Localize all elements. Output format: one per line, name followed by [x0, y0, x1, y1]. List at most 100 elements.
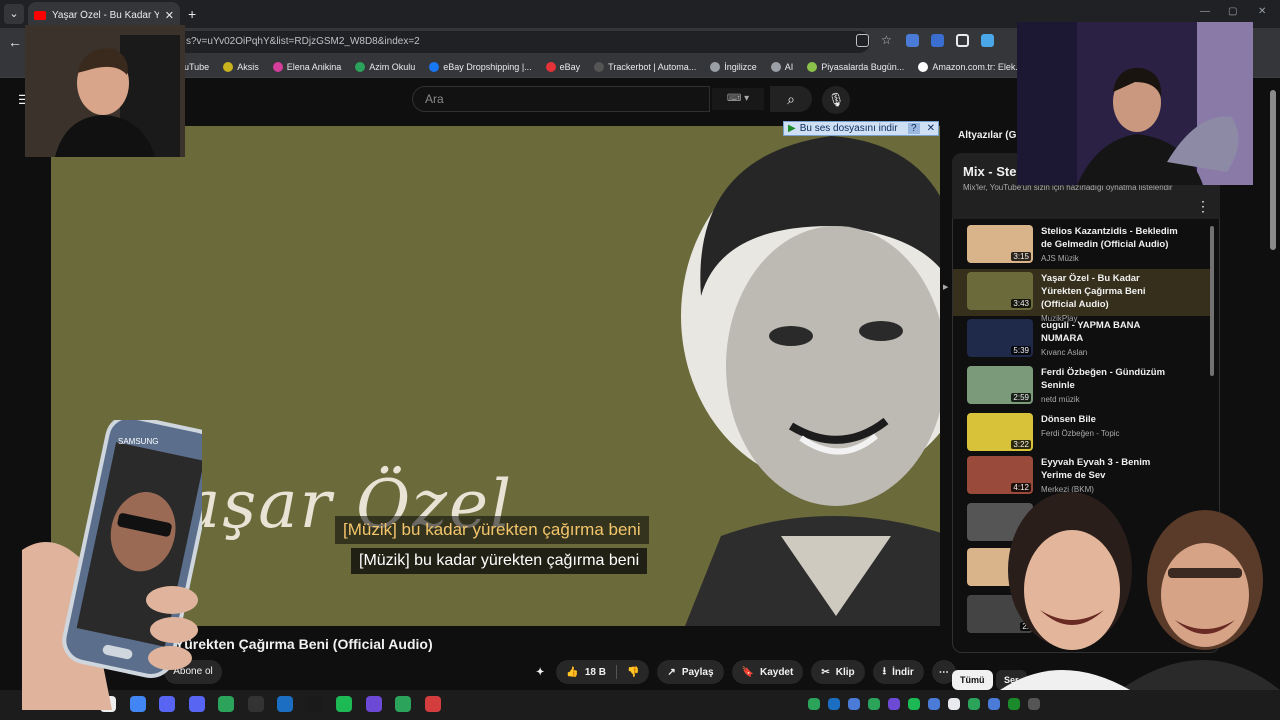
microphone-icon[interactable]: 🎙	[822, 86, 850, 114]
address-bar[interactable]: s?v=uYv02OiPqhY&list=RDjzGSM2_W8D8&index…	[150, 31, 870, 53]
phone-brand-label: SAMSUNG	[118, 437, 158, 446]
tab-close-icon[interactable]: ✕	[165, 9, 174, 22]
bookmark-label: Amazon.com.tr: Elek...	[932, 61, 1023, 72]
bookmark-item[interactable]: Trackerbot | Automa...	[594, 61, 696, 72]
spotify-icon[interactable]	[336, 696, 352, 712]
tray-icon[interactable]	[828, 698, 840, 710]
playlist-item-title[interactable]: Ferdi Özbeğen - Gündüzüm Seninle	[1041, 366, 1181, 392]
tab-search-icon[interactable]: ⌄	[4, 4, 24, 24]
banner-close-icon[interactable]: ✕	[924, 123, 938, 134]
tray-icon[interactable]	[908, 698, 920, 710]
window-close-icon[interactable]: ✕	[1258, 6, 1266, 17]
streamer-webcam-image	[25, 25, 185, 157]
bookmark-favicon-icon	[807, 61, 818, 72]
playlist-thumbnail[interactable]: 3:43	[967, 272, 1033, 310]
mix-title[interactable]: Mix - Stel	[963, 164, 1020, 179]
download-audio-banner[interactable]: ▶ Bu ses dosyasını indir ? ✕	[783, 121, 939, 136]
tray-icon[interactable]	[968, 698, 980, 710]
tray-icon[interactable]	[808, 698, 820, 710]
playlist-item-channel[interactable]: Ferdi Özbeğen - Topic	[1041, 429, 1181, 438]
playlist-item-text: Ferdi Özbeğen - Gündüzüm Seninle netd müz…	[1041, 366, 1181, 410]
extension-square-icon[interactable]	[956, 34, 969, 47]
bookmark-item[interactable]: Piyasalarda Bugün...	[807, 61, 904, 72]
extension-a-icon[interactable]	[981, 34, 994, 47]
steam-icon[interactable]	[277, 696, 293, 712]
share-button[interactable]: ↗ Paylaş	[657, 660, 724, 684]
search-input[interactable]: Ara	[412, 86, 710, 112]
playlist-thumbnail[interactable]: 5:39	[967, 319, 1033, 357]
tray-icon[interactable]	[888, 698, 900, 710]
keyboard-language-icon[interactable]: ⌨ ▾	[712, 88, 764, 110]
play-app-icon[interactable]	[395, 696, 411, 712]
playlist-menu-icon[interactable]: ⋮	[1196, 198, 1210, 215]
playlist-scrollbar[interactable]	[1210, 226, 1214, 376]
playlist-thumbnail[interactable]: 3:15	[967, 225, 1033, 263]
bookmark-favicon-icon	[770, 61, 781, 72]
playlist-item[interactable]: 5:39 cuguli - YAPMA BANA NUMARA Kıvanc Asl…	[953, 316, 1211, 363]
playlist-item-channel[interactable]: AJS Müzik	[1041, 254, 1181, 263]
bookmark-favicon-icon	[355, 61, 366, 72]
playlist-item[interactable]: 3:22 Dönsen Bile Ferdi Özbeğen - Topic	[953, 410, 1211, 457]
xbox-icon[interactable]	[218, 696, 234, 712]
tray-icon[interactable]	[988, 698, 1000, 710]
playlist-item-title[interactable]: Stelios Kazantzidis - Bekledim de Gelmed…	[1041, 225, 1181, 251]
playlist-thumbnail[interactable]: 3:22	[967, 413, 1033, 451]
bookmark-favicon-icon	[223, 61, 234, 72]
like-button[interactable]: 👍 18 B 👎	[556, 660, 650, 684]
bookmark-label: Azim Okulu	[369, 61, 416, 72]
clip-button[interactable]: ✂ Klip	[811, 660, 865, 684]
tab-title: Yaşar Özel - Bu Kadar Yürek	[52, 9, 159, 21]
back-arrow-icon[interactable]: ←	[8, 34, 22, 50]
playlist-item-title[interactable]: Dönsen Bile	[1041, 413, 1181, 426]
bookmark-item[interactable]: Elena Anikina	[272, 61, 341, 72]
extension-badge-icon[interactable]	[931, 34, 944, 47]
grid-app-icon[interactable]	[365, 696, 382, 712]
play-green-icon: ▶	[788, 123, 796, 134]
extension-action-icon[interactable]: ✦	[532, 660, 548, 684]
bookmark-item[interactable]: Amazon.com.tr: Elek...	[918, 61, 1023, 72]
now-playing-icon: ▶	[943, 284, 949, 291]
download-button[interactable]: ⭳ İndir	[872, 660, 924, 684]
new-tab-button[interactable]: +	[188, 6, 196, 22]
bookmark-favicon-icon	[594, 61, 605, 72]
maximize-icon[interactable]: ▢	[1228, 6, 1237, 17]
tray-icon[interactable]	[868, 698, 880, 710]
youtube-favicon-icon	[34, 10, 46, 20]
bookmark-item[interactable]: AI	[770, 61, 793, 72]
tray-icon[interactable]	[1028, 698, 1040, 710]
playlist-item-title[interactable]: Yaşar Özel - Bu Kadar Yürekten Çağırma B…	[1041, 272, 1181, 311]
playlist-item[interactable]: 3:15 Stelios Kazantzidis - Bekledim de Ge…	[953, 222, 1211, 269]
obs-icon[interactable]	[424, 696, 441, 712]
download-banner-label: Bu ses dosyasını indir	[799, 123, 898, 134]
tray-icon[interactable]	[928, 698, 940, 710]
search-icon[interactable]: ⌕	[770, 86, 812, 112]
bookmark-item[interactable]: eBay Dropshipping |...	[429, 61, 532, 72]
page-scrollbar[interactable]	[1270, 90, 1276, 250]
minimize-icon[interactable]: —	[1200, 6, 1210, 17]
terminal-icon[interactable]	[306, 696, 323, 712]
chip-all[interactable]: Tümü	[952, 670, 993, 690]
bookmark-star-icon[interactable]: ☆	[881, 34, 894, 47]
playlist-item[interactable]: ▶ 3:43 Yaşar Özel - Bu Kadar Yürekten Çağı…	[943, 269, 1211, 323]
bookmark-item[interactable]: eBay	[545, 61, 580, 72]
playlist-item-title[interactable]: cuguli - YAPMA BANA NUMARA	[1041, 319, 1181, 345]
epic-games-icon[interactable]	[247, 696, 264, 712]
clip-label: Klip	[835, 666, 855, 678]
tray-icon[interactable]	[848, 698, 860, 710]
install-app-icon[interactable]	[856, 34, 869, 47]
help-icon[interactable]: ?	[908, 123, 920, 134]
playlist-thumbnail[interactable]: 2:59	[967, 366, 1033, 404]
save-button[interactable]: 🔖 Kaydet	[731, 660, 804, 684]
playlist-item-title[interactable]: Eyyvah Eyvah 3 - Benim Yerime de Sev	[1041, 456, 1181, 482]
playlist-item-channel[interactable]: netd müzik	[1041, 395, 1181, 404]
bookmark-item[interactable]: İngilizce	[710, 61, 757, 72]
translate-extension-icon[interactable]	[906, 34, 919, 47]
thumbs-down-icon[interactable]: 👎	[627, 667, 639, 678]
video-duration: 5:39	[1011, 346, 1031, 355]
bookmark-item[interactable]: Aksis	[223, 61, 259, 72]
bookmark-item[interactable]: Azim Okulu	[355, 61, 416, 72]
playlist-item-channel[interactable]: Kıvanc Aslan	[1041, 348, 1181, 357]
tray-icon[interactable]	[948, 698, 960, 710]
tray-icon[interactable]	[1008, 698, 1020, 710]
playlist-item[interactable]: 2:59 Ferdi Özbeğen - Gündüzüm Seninle netd…	[953, 363, 1211, 410]
